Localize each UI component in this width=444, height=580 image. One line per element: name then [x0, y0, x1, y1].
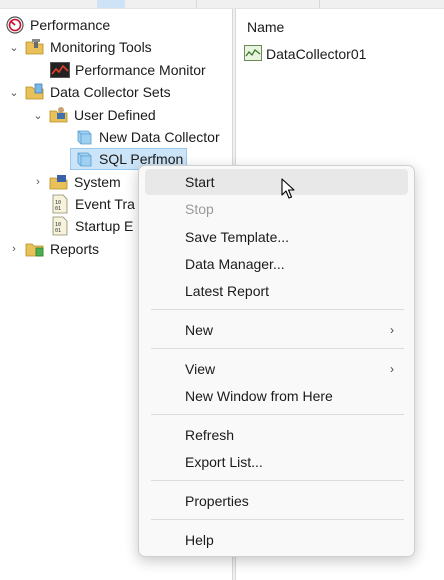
- menu-item-help[interactable]: Help: [145, 527, 408, 553]
- tree-item-label: Performance Monitor: [75, 62, 206, 78]
- chevron-right-icon[interactable]: ›: [31, 175, 45, 189]
- tree-item-label: Data Collector Sets: [50, 84, 171, 100]
- folder-system-icon: [49, 172, 69, 192]
- tree-item-monitoring-tools[interactable]: ⌄ Monitoring Tools: [7, 36, 152, 58]
- menu-item-view[interactable]: View ›: [145, 356, 408, 382]
- performance-icon: [5, 15, 25, 35]
- tree-item-new-data-collector[interactable]: New Data Collector: [74, 126, 220, 148]
- data-collector-icon: [74, 149, 94, 169]
- tree-item-data-collector-sets[interactable]: ⌄ Data Collector Sets: [7, 81, 171, 103]
- context-menu[interactable]: Start Stop Save Template... Data Manager…: [138, 165, 415, 557]
- menu-item-data-manager[interactable]: Data Manager...: [145, 251, 408, 277]
- tree-item-performance-monitor[interactable]: Performance Monitor: [50, 59, 206, 81]
- svg-text:01: 01: [55, 206, 61, 212]
- menu-item-label: New: [185, 322, 214, 338]
- binary-document-icon: 10 01: [50, 194, 70, 214]
- tree-item-performance[interactable]: Performance: [5, 14, 110, 36]
- mouse-cursor-icon: [281, 178, 295, 199]
- menu-separator: [151, 309, 404, 310]
- data-collector-icon: [74, 127, 94, 147]
- menu-separator: [151, 519, 404, 520]
- list-item[interactable]: DataCollector01: [244, 45, 366, 63]
- menu-item-new-window[interactable]: New Window from Here: [145, 383, 408, 409]
- menu-item-label: Latest Report: [185, 283, 270, 299]
- chevron-right-icon[interactable]: ›: [7, 242, 21, 256]
- menu-item-label: Save Template...: [185, 229, 290, 245]
- menu-item-label: View: [185, 361, 216, 377]
- folder-collector-icon: [25, 82, 45, 102]
- tree-item-label: New Data Collector: [99, 129, 220, 145]
- menu-item-label: Properties: [185, 493, 249, 509]
- menu-item-label: Export List...: [185, 454, 263, 470]
- top-strip-selected: [97, 0, 125, 8]
- menu-item-label: Start: [185, 174, 215, 190]
- chevron-down-icon[interactable]: ⌄: [7, 85, 21, 99]
- menu-item-label: Data Manager...: [185, 256, 285, 272]
- tree-item-label: Startup E: [75, 218, 134, 234]
- tree-item-label: Monitoring Tools: [50, 39, 152, 55]
- menu-item-stop: Stop: [145, 196, 408, 222]
- chevron-down-icon[interactable]: ⌄: [7, 40, 21, 54]
- folder-user-icon: [49, 105, 69, 125]
- menu-item-label: Refresh: [185, 427, 235, 443]
- menu-item-export-list[interactable]: Export List...: [145, 449, 408, 475]
- menu-item-save-template[interactable]: Save Template...: [145, 224, 408, 250]
- menu-separator: [151, 348, 404, 349]
- list-item-label: DataCollector01: [266, 46, 367, 62]
- tree-item-user-defined[interactable]: ⌄ User Defined: [31, 104, 156, 126]
- chevron-right-icon: ›: [390, 323, 394, 337]
- tree-item-label: User Defined: [74, 107, 156, 123]
- top-strip-divider: [196, 0, 197, 8]
- tree-item-label: System: [74, 174, 121, 190]
- svg-text:01: 01: [55, 228, 61, 234]
- performance-monitor-icon: [50, 60, 70, 80]
- menu-item-label: Help: [185, 532, 214, 548]
- binary-document-icon: 10 01: [50, 216, 70, 236]
- tree-item-label: Reports: [50, 241, 100, 257]
- column-header-name[interactable]: Name: [247, 19, 284, 35]
- folder-reports-icon: [25, 239, 45, 259]
- tree-item-reports[interactable]: › Reports: [7, 238, 99, 260]
- performance-counter-icon: [244, 45, 262, 63]
- menu-item-label: New Window from Here: [185, 388, 333, 404]
- menu-separator: [151, 414, 404, 415]
- tree-item-label: Event Tra: [75, 196, 135, 212]
- menu-item-properties[interactable]: Properties: [145, 488, 408, 514]
- menu-item-label: Stop: [185, 201, 214, 217]
- folder-tools-icon: [25, 37, 45, 57]
- top-strip: [0, 0, 444, 9]
- tree-item-system[interactable]: › System: [31, 171, 121, 193]
- chevron-right-icon: ›: [390, 362, 394, 376]
- menu-item-latest-report[interactable]: Latest Report: [145, 278, 408, 304]
- top-strip-divider: [319, 0, 320, 8]
- menu-item-start[interactable]: Start: [145, 169, 408, 195]
- menu-separator: [151, 480, 404, 481]
- chevron-down-icon[interactable]: ⌄: [31, 108, 45, 122]
- tree-item-event-trace[interactable]: 10 01 Event Tra: [50, 193, 135, 215]
- menu-item-new[interactable]: New ›: [145, 317, 408, 343]
- menu-item-refresh[interactable]: Refresh: [145, 422, 408, 448]
- tree-item-label: Performance: [30, 17, 111, 33]
- tree-item-startup-event[interactable]: 10 01 Startup E: [50, 215, 133, 237]
